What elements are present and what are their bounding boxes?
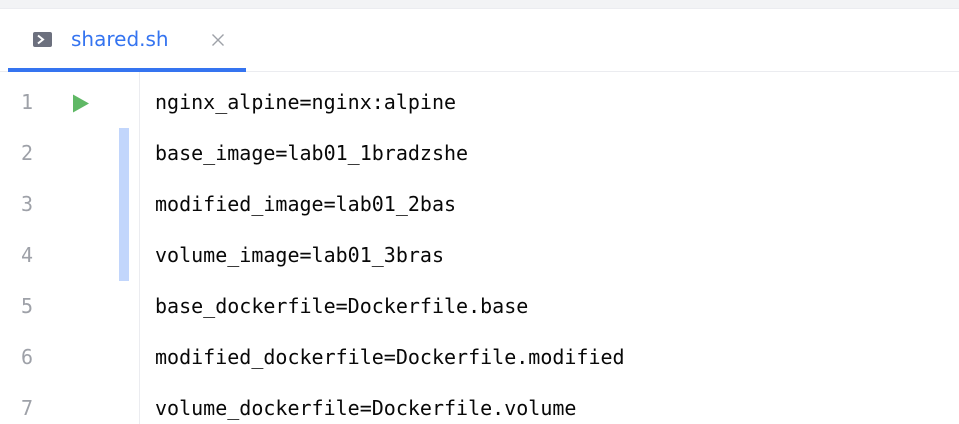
code-text[interactable]: base_dockerfile=Dockerfile.base <box>155 281 528 332</box>
code-text[interactable]: volume_dockerfile=Dockerfile.volume <box>155 383 576 424</box>
change-marker[interactable] <box>119 128 129 179</box>
line-number: 2 <box>20 141 33 165</box>
tab-shared-sh[interactable]: shared.sh <box>0 9 246 72</box>
run-icon[interactable] <box>72 94 90 113</box>
close-icon[interactable] <box>211 32 225 46</box>
code-line: 5 base_dockerfile=Dockerfile.base <box>0 281 959 332</box>
code-text[interactable]: nginx_alpine=nginx:alpine <box>155 77 456 128</box>
code-line: 7 volume_dockerfile=Dockerfile.volume <box>0 383 959 424</box>
code-text[interactable]: base_image=lab01_1bradzshe <box>155 128 468 179</box>
editor-tab-bar: shared.sh <box>0 9 959 72</box>
line-number: 4 <box>20 243 33 267</box>
line-number: 3 <box>20 192 33 216</box>
terminal-script-icon <box>33 32 52 47</box>
code-line: 4 volume_image=lab01_3bras <box>0 230 959 281</box>
line-number: 7 <box>20 396 33 420</box>
code-text[interactable]: modified_dockerfile=Dockerfile.modified <box>155 332 625 383</box>
code-line: 2 base_image=lab01_1bradzshe <box>0 128 959 179</box>
code-text[interactable]: volume_image=lab01_3bras <box>155 230 444 281</box>
change-marker[interactable] <box>119 230 129 281</box>
code-line: 3 modified_image=lab01_2bas <box>0 179 959 230</box>
line-number: 1 <box>20 90 33 114</box>
code-text[interactable]: modified_image=lab01_2bas <box>155 179 456 230</box>
code-line: 1 nginx_alpine=nginx:alpine <box>0 77 959 128</box>
line-number: 6 <box>20 345 33 369</box>
line-number: 5 <box>20 294 33 318</box>
code-editor[interactable]: 1 nginx_alpine=nginx:alpine 2 base_image… <box>0 72 959 424</box>
code-line: 6 modified_dockerfile=Dockerfile.modifie… <box>0 332 959 383</box>
change-marker[interactable] <box>119 179 129 230</box>
tab-label: shared.sh <box>71 27 169 51</box>
window-top-strip <box>0 0 959 9</box>
